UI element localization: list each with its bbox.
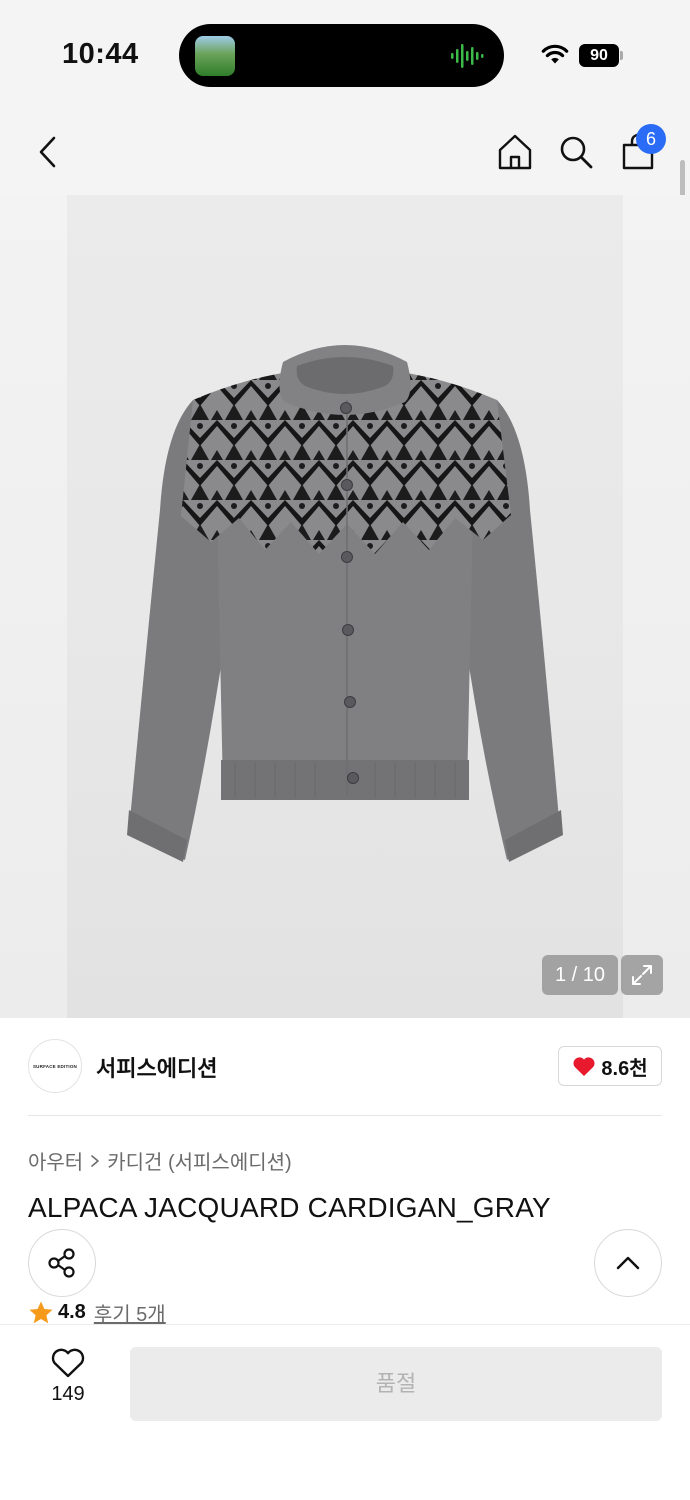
status-time: 10:44 — [62, 38, 139, 70]
heart-filled-icon — [573, 1057, 595, 1076]
product-title: ALPACA JACQUARD CARDIGAN_GRAY — [28, 1192, 551, 1223]
back-button[interactable] — [26, 130, 70, 174]
cardigan-photo — [127, 345, 563, 862]
battery-icon: 90 — [579, 44, 623, 67]
bottom-action-bar: 149 품절 — [0, 1324, 690, 1500]
top-navigation: 6 — [0, 110, 690, 195]
sold-out-button[interactable]: 품절 — [130, 1347, 662, 1421]
brand-like-button[interactable]: 8.6천 — [558, 1046, 662, 1086]
dynamic-island[interactable] — [179, 24, 504, 87]
now-playing-artwork — [195, 36, 235, 76]
gallery-page-indicator: 1 / 10 — [542, 955, 618, 995]
brand-logo[interactable]: SURFACE EDITION — [28, 1039, 82, 1093]
battery-tip — [620, 51, 623, 60]
star-icon — [29, 1301, 53, 1323]
cart-count-badge: 6 — [636, 124, 666, 154]
cart-button[interactable]: 6 — [616, 124, 666, 174]
rating-value: 4.8 — [58, 1301, 86, 1323]
brand-like-count: 8.6천 — [601, 1057, 648, 1080]
expand-icon — [632, 965, 652, 985]
breadcrumb-category[interactable]: 아우터 — [28, 1146, 83, 1175]
search-icon — [560, 136, 593, 169]
section-divider — [28, 1115, 662, 1116]
battery-level: 90 — [579, 44, 619, 67]
wishlist-button[interactable]: 149 — [34, 1347, 102, 1417]
chevron-up-icon — [616, 1256, 640, 1270]
rating-row: 4.8 후기 5개 — [28, 1298, 166, 1327]
scroll-to-top-button[interactable] — [594, 1229, 662, 1297]
wishlist-count: 149 — [51, 1383, 85, 1405]
brand-name[interactable]: 서피스에디션 — [96, 1051, 217, 1083]
home-button[interactable] — [493, 130, 537, 174]
share-button[interactable] — [28, 1229, 96, 1297]
chevron-right-icon — [91, 1154, 100, 1167]
share-icon — [48, 1248, 75, 1278]
audio-waveform-icon — [451, 44, 484, 68]
status-bar: 10:44 90 — [0, 0, 690, 110]
review-count-link[interactable]: 후기 5개 — [94, 1298, 166, 1327]
chevron-left-icon — [39, 136, 56, 168]
home-icon — [498, 134, 532, 170]
breadcrumb: 아우터 카디건 (서피스에디션) — [28, 1146, 292, 1175]
search-button[interactable] — [554, 130, 598, 174]
brand-row: SURFACE EDITION 서피스에디션 8.6천 — [0, 1018, 690, 1116]
wifi-icon — [541, 44, 569, 64]
expand-image-button[interactable] — [621, 955, 663, 995]
breadcrumb-subcategory[interactable]: 카디건 (서피스에디션) — [107, 1146, 291, 1175]
brand-logo-text: SURFACE EDITION — [32, 1063, 77, 1069]
heart-outline-icon — [51, 1348, 85, 1378]
